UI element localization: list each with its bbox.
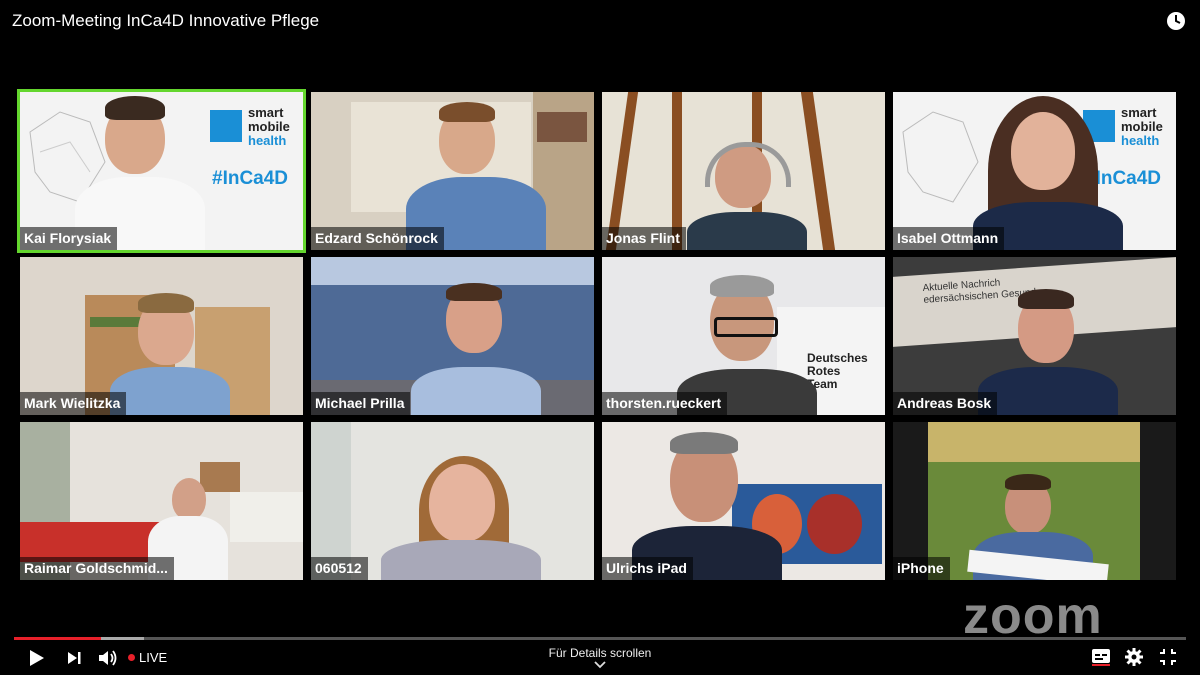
participant-name: Edzard Schönrock (311, 227, 444, 250)
overlay-hashtag: #InCa4D (212, 168, 289, 189)
participant-name: Andreas Bosk (893, 392, 998, 415)
next-icon[interactable] (66, 648, 82, 668)
participant-tile[interactable]: 060512 (311, 422, 594, 580)
progress-bar[interactable] (14, 637, 1186, 640)
live-label: LIVE (139, 650, 168, 665)
participant-tile[interactable]: smart mobile health #InCa4D Kai Florysia… (17, 89, 306, 253)
exit-fullscreen-icon[interactable] (1159, 648, 1177, 666)
video-grid: smart mobile health #InCa4D Kai Florysia… (0, 0, 1200, 600)
participant-name: Mark Wielitzka (20, 392, 127, 415)
progress-buffer (100, 637, 144, 640)
participant-tile[interactable]: Edzard Schönrock (311, 92, 594, 250)
settings-icon[interactable] (1125, 648, 1143, 666)
participant-name: iPhone (893, 557, 950, 580)
subtitles-icon[interactable] (1091, 648, 1111, 666)
volume-icon[interactable] (97, 648, 119, 668)
participant-name: Michael Prilla (311, 392, 411, 415)
participant-tile[interactable]: Jonas Flint (602, 92, 885, 250)
participant-name: Jonas Flint (602, 227, 686, 250)
overlay-line: smart (248, 105, 284, 120)
live-indicator[interactable]: LIVE (128, 650, 167, 665)
overlay-line: mobile (1121, 119, 1163, 134)
participant-tile[interactable]: Deutsches Rotes Team thorsten.rueckert (602, 257, 885, 415)
participant-tile[interactable]: Aktuelle Nachrich edersächsischen Gesund… (893, 257, 1176, 415)
participant-tile[interactable]: iPhone (893, 422, 1176, 580)
overlay-line: health (1121, 133, 1160, 148)
progress-fill (14, 637, 101, 640)
scroll-hint: Für Details scrollen (548, 646, 652, 660)
play-icon[interactable] (28, 648, 46, 668)
overlay-line: health (248, 133, 287, 148)
participant-tile[interactable]: Mark Wielitzka (20, 257, 303, 415)
participant-name: Kai Florysiak (20, 227, 118, 250)
participant-tile[interactable]: Ulrichs iPad (602, 422, 885, 580)
participant-tile[interactable]: Michael Prilla (311, 257, 594, 415)
brand-overlay: smart mobile health #InCa4D (210, 104, 300, 204)
participant-name: Ulrichs iPad (602, 557, 693, 580)
participant-name: Isabel Ottmann (893, 227, 1005, 250)
participant-tile[interactable]: Raimar Goldschmid... (20, 422, 303, 580)
participant-tile[interactable]: smart mobile health #InCa4D Isabel Ottma… (893, 92, 1176, 250)
participant-name: thorsten.rueckert (602, 392, 728, 415)
participant-name: 060512 (311, 557, 368, 580)
chevron-down-icon[interactable] (594, 661, 606, 669)
overlay-line: smart (1121, 105, 1157, 120)
participant-name: Raimar Goldschmid... (20, 557, 174, 580)
overlay-line: mobile (248, 119, 290, 134)
